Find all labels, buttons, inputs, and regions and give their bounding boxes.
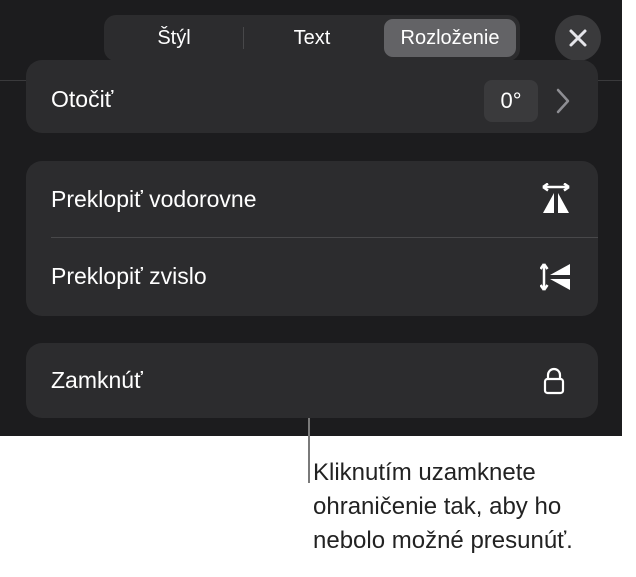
format-tabs: Štýl Text Rozloženie	[104, 15, 520, 61]
format-panel: Štýl Text Rozloženie Otočiť 0° Preklopiť…	[0, 0, 622, 436]
lock-icon	[543, 367, 565, 395]
lock-row[interactable]: Zamknúť	[26, 343, 598, 418]
tab-style[interactable]: Štýl	[108, 19, 240, 57]
callout-line-2: ohraničenie tak, aby ho	[313, 493, 562, 520]
close-button[interactable]	[555, 15, 601, 61]
flip-horizontal-row[interactable]: Preklopiť vodorovne	[26, 161, 598, 237]
flip-vertical-label: Preklopiť zvislo	[51, 262, 207, 289]
lock-label: Zamknúť	[51, 367, 143, 393]
flip-card: Preklopiť vodorovne Preklopiť zvislo	[26, 161, 598, 316]
tab-divider	[243, 27, 244, 49]
callout-text: Kliknutím uzamknete ohraničenie tak, aby…	[313, 456, 633, 558]
flip-horizontal-label: Preklopiť vodorovne	[51, 185, 257, 212]
tab-text[interactable]: Text	[246, 19, 378, 57]
callout-line-3: nebolo možné presunúť.	[313, 527, 573, 554]
rotate-label: Otočiť	[51, 86, 114, 112]
rotate-card: Otočiť 0°	[26, 60, 598, 133]
callout-line	[308, 418, 310, 483]
tab-layout[interactable]: Rozloženie	[384, 19, 516, 57]
flip-vertical-icon	[540, 263, 570, 291]
rotate-value[interactable]: 0°	[484, 80, 538, 122]
flip-horizontal-icon	[542, 183, 570, 213]
lock-card: Zamknúť	[26, 343, 598, 418]
close-icon	[569, 29, 587, 47]
callout-line-1: Kliknutím uzamknete	[313, 459, 536, 486]
flip-vertical-row[interactable]: Preklopiť zvislo	[26, 238, 598, 314]
chevron-right-icon[interactable]	[556, 88, 570, 114]
